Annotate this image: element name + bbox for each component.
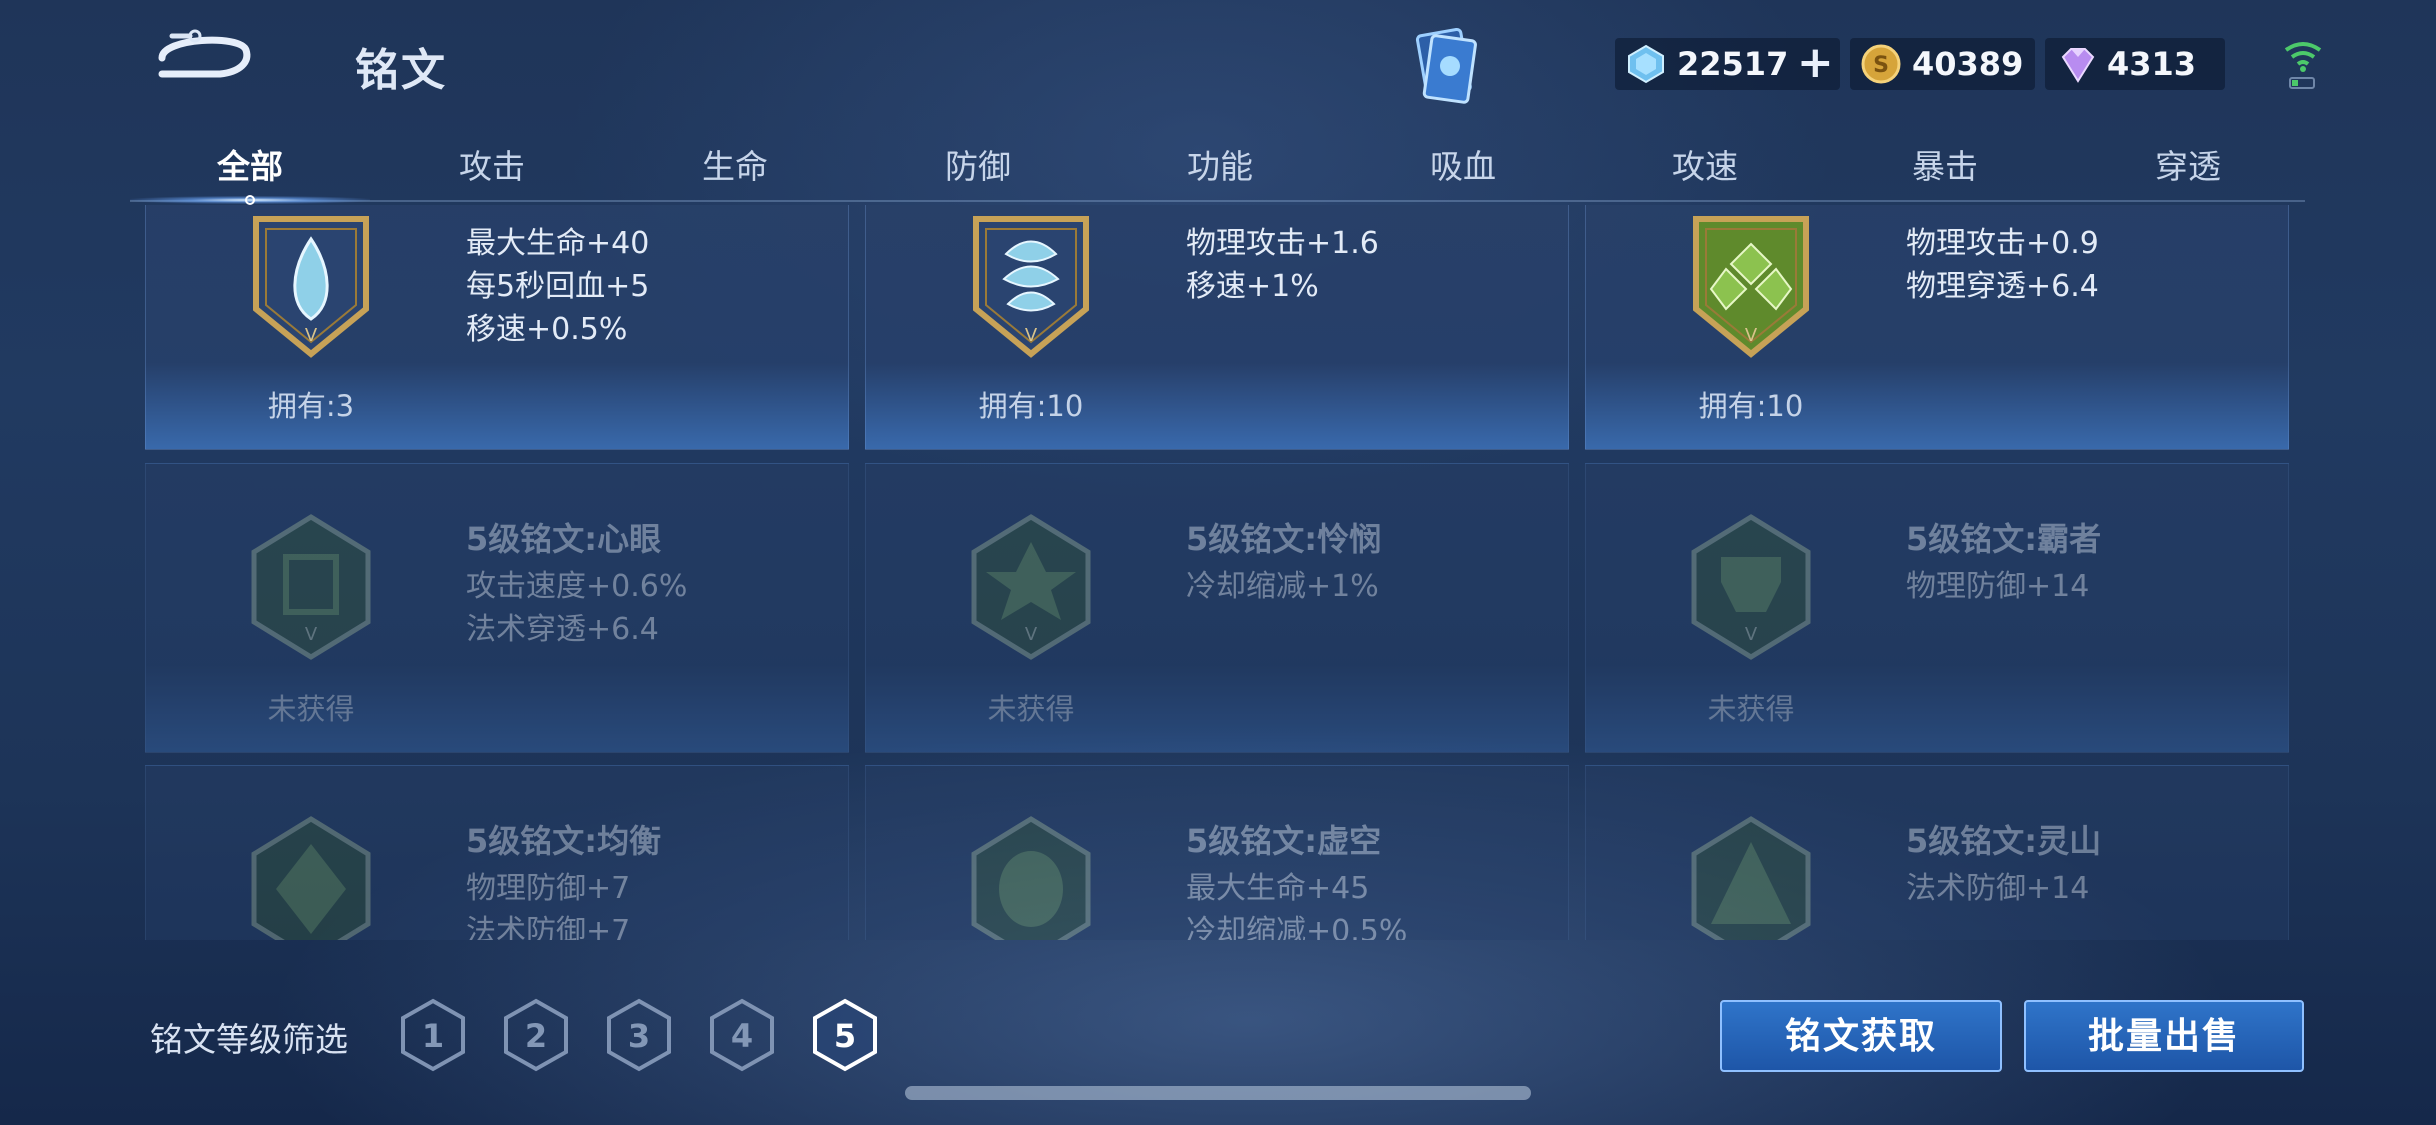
inscription-card[interactable]: V 5级铭文:心眼 攻击速度+0.6% 法术穿透+6.4 未获得	[145, 463, 849, 753]
diamond-icon	[1628, 44, 1664, 84]
inscription-stat: 冷却缩减+0.5%	[1186, 914, 1408, 940]
inscription-card[interactable]: 5级铭文:均衡 物理防御+7 法术防御+7	[145, 765, 849, 940]
inscription-card[interactable]: V 5级铭文:怜悯 冷却缩减+1% 未获得	[865, 463, 1569, 753]
tab-critical[interactable]: 暴击	[1875, 140, 2015, 188]
tab-health[interactable]: 生命	[665, 140, 805, 188]
diamond-counter: 22517 +	[1615, 38, 1840, 90]
home-indicator[interactable]	[905, 1086, 1531, 1100]
level-filter-4[interactable]: 4	[706, 997, 778, 1073]
level-filter-1-label: 1	[422, 1017, 444, 1055]
page-title: 铭文	[355, 45, 447, 96]
inscription-stat: 物理攻击+0.9	[1906, 226, 2099, 261]
inscription-emblem-icon: V	[1691, 514, 1811, 660]
svg-text:V: V	[305, 325, 318, 346]
inscription-grid[interactable]: V 最大生命+40 每5秒回血+5 移速+0.5% 拥有:3 V 物理攻击+1.…	[145, 205, 2291, 940]
level-filter-4-label: 4	[731, 1017, 753, 1055]
svg-text:V: V	[1025, 325, 1038, 346]
tab-penetration[interactable]: 穿透	[2118, 140, 2258, 188]
inscription-name: 5级铭文:心眼	[466, 520, 662, 558]
level-filter-2[interactable]: 2	[500, 997, 572, 1073]
inscription-owned-count: 拥有:10	[978, 389, 1084, 423]
inscription-card-icon[interactable]	[1408, 26, 1482, 106]
purple-gem-icon	[2061, 48, 2095, 83]
inscription-emblem-icon	[1691, 816, 1811, 940]
inscription-owned-count: 未获得	[267, 692, 355, 726]
gold-value: 40389	[1912, 45, 2024, 83]
level-filter-3-label: 3	[628, 1017, 650, 1055]
inscription-emblem-icon: V	[1693, 216, 1809, 358]
svg-text:V: V	[1025, 624, 1038, 645]
inscription-stat: 每5秒回血+5	[466, 269, 650, 304]
inscription-emblem-icon: V	[973, 216, 1089, 358]
gold-counter: S 40389	[1850, 38, 2035, 90]
inscription-card[interactable]: V 物理攻击+0.9 物理穿透+6.4 拥有:10	[1585, 205, 2289, 450]
svg-text:S: S	[1873, 53, 1889, 78]
inscription-stat: 移速+1%	[1186, 269, 1319, 304]
level-filter-2-label: 2	[525, 1017, 547, 1055]
inscription-card[interactable]: V 最大生命+40 每5秒回血+5 移速+0.5% 拥有:3	[145, 205, 849, 450]
back-button[interactable]	[150, 28, 260, 88]
inscription-stat: 冷却缩减+1%	[1186, 569, 1379, 604]
tab-divider	[130, 200, 2305, 202]
add-currency-button[interactable]: +	[1796, 41, 1834, 85]
tab-defense[interactable]: 防御	[908, 140, 1048, 188]
inscription-stat: 物理攻击+1.6	[1186, 226, 1379, 261]
inscription-emblem-icon: V	[253, 216, 369, 358]
level-filter-3[interactable]: 3	[603, 997, 675, 1073]
inscription-name: 5级铭文:虚空	[1186, 822, 1382, 860]
inscription-stat: 物理穿透+6.4	[1906, 269, 2099, 304]
inscription-owned-count: 拥有:3	[267, 389, 355, 423]
back-arrow-icon	[158, 29, 251, 78]
level-filter-label: 铭文等级筛选	[150, 1020, 348, 1059]
tab-lifesteal[interactable]: 吸血	[1393, 140, 1533, 188]
inscription-owned-count: 拥有:10	[1698, 389, 1804, 423]
inscription-stat: 移速+0.5%	[466, 312, 628, 347]
inscription-card[interactable]: V 物理攻击+1.6 移速+1% 拥有:10	[865, 205, 1569, 450]
tab-all[interactable]: 全部	[180, 140, 320, 188]
inscription-stat: 攻击速度+0.6%	[466, 569, 688, 604]
inscription-stat: 法术防御+14	[1906, 871, 2090, 906]
inscription-stat: 物理防御+7	[466, 871, 631, 906]
svg-text:V: V	[1745, 325, 1758, 346]
inscription-emblem-icon	[971, 816, 1091, 940]
tab-attack-speed[interactable]: 攻速	[1635, 140, 1775, 188]
wifi-icon	[2278, 36, 2328, 92]
gold-coin-icon: S	[1861, 44, 1901, 84]
inscription-name: 5级铭文:灵山	[1906, 822, 2102, 860]
inscription-emblem-icon: V	[251, 514, 371, 660]
acquire-inscription-button[interactable]: 铭文获取	[1720, 1000, 2002, 1072]
inscription-owned-count: 未获得	[987, 692, 1075, 726]
inscription-stat: 法术防御+7	[466, 914, 631, 940]
svg-text:V: V	[1745, 624, 1758, 645]
tab-utility[interactable]: 功能	[1150, 140, 1290, 188]
bulk-sell-button[interactable]: 批量出售	[2024, 1000, 2304, 1072]
inscription-emblem-icon	[251, 816, 371, 940]
gem-value: 4313	[2107, 45, 2197, 83]
svg-text:V: V	[305, 624, 318, 645]
level-filter-1[interactable]: 1	[397, 997, 469, 1073]
inscription-stat: 法术穿透+6.4	[466, 612, 659, 647]
inscription-stat: 物理防御+14	[1906, 569, 2090, 604]
inscription-card[interactable]: 5级铭文:灵山 法术防御+14	[1585, 765, 2289, 940]
inscription-stat: 最大生命+40	[466, 226, 650, 261]
inscription-card[interactable]: 5级铭文:虚空 最大生命+45 冷却缩减+0.5%	[865, 765, 1569, 940]
inscription-owned-count: 未获得	[1707, 692, 1795, 726]
inscription-stat: 最大生命+45	[1186, 871, 1370, 906]
inscription-card[interactable]: V 5级铭文:霸者 物理防御+14 未获得	[1585, 463, 2289, 753]
level-filter-5[interactable]: 5	[809, 997, 881, 1073]
inscription-name: 5级铭文:怜悯	[1186, 520, 1382, 558]
gem-counter: 4313	[2045, 38, 2225, 90]
diamond-value: 22517	[1677, 45, 1789, 83]
inscription-name: 5级铭文:均衡	[466, 822, 662, 860]
inscription-emblem-icon: V	[971, 514, 1091, 660]
level-filter-5-label: 5	[834, 1017, 856, 1055]
tab-attack[interactable]: 攻击	[422, 140, 562, 188]
inscription-name: 5级铭文:霸者	[1906, 520, 2102, 558]
